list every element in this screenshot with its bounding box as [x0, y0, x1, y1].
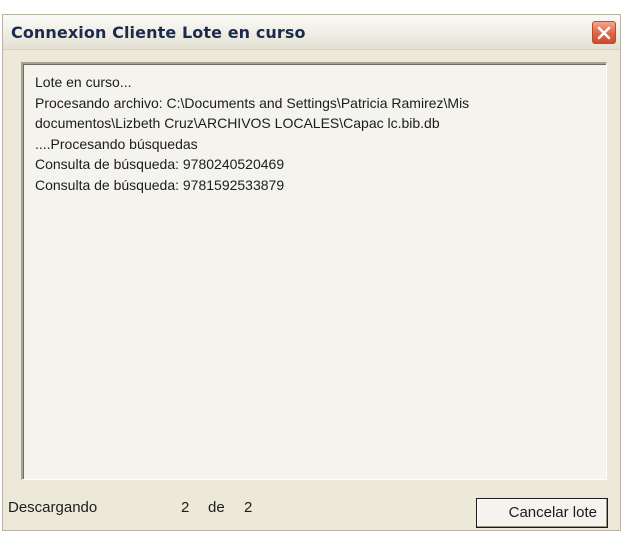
window-title: Connexion Cliente Lote en curso: [11, 23, 306, 42]
log-line: Procesando archivo: C:\Documents and Set…: [35, 94, 470, 111]
status-of-label: de: [208, 499, 225, 516]
dialog-window: Connexion Cliente Lote en curso Lote en …: [2, 14, 621, 531]
status-total-count: 2: [244, 499, 253, 516]
close-icon: [597, 26, 611, 39]
status-label: Descargando: [8, 499, 98, 516]
close-button[interactable]: [592, 21, 616, 44]
status-current-count: 2: [181, 499, 190, 516]
title-bar[interactable]: Connexion Cliente Lote en curso: [3, 15, 620, 50]
log-line: documentos\Lizbeth Cruz\ARCHIVOS LOCALES…: [35, 115, 440, 131]
log-line: Consulta de búsqueda: 9781592533879: [35, 176, 285, 193]
cancel-batch-button[interactable]: Cancelar lote: [476, 498, 608, 528]
log-line: Lote en curso...: [35, 74, 132, 90]
log-line: ....Procesando búsquedas: [35, 135, 198, 152]
log-textarea[interactable]: Lote en curso... Procesando archivo: C:\…: [21, 62, 607, 480]
log-line: Consulta de búsqueda: 9780240520469: [35, 156, 285, 172]
